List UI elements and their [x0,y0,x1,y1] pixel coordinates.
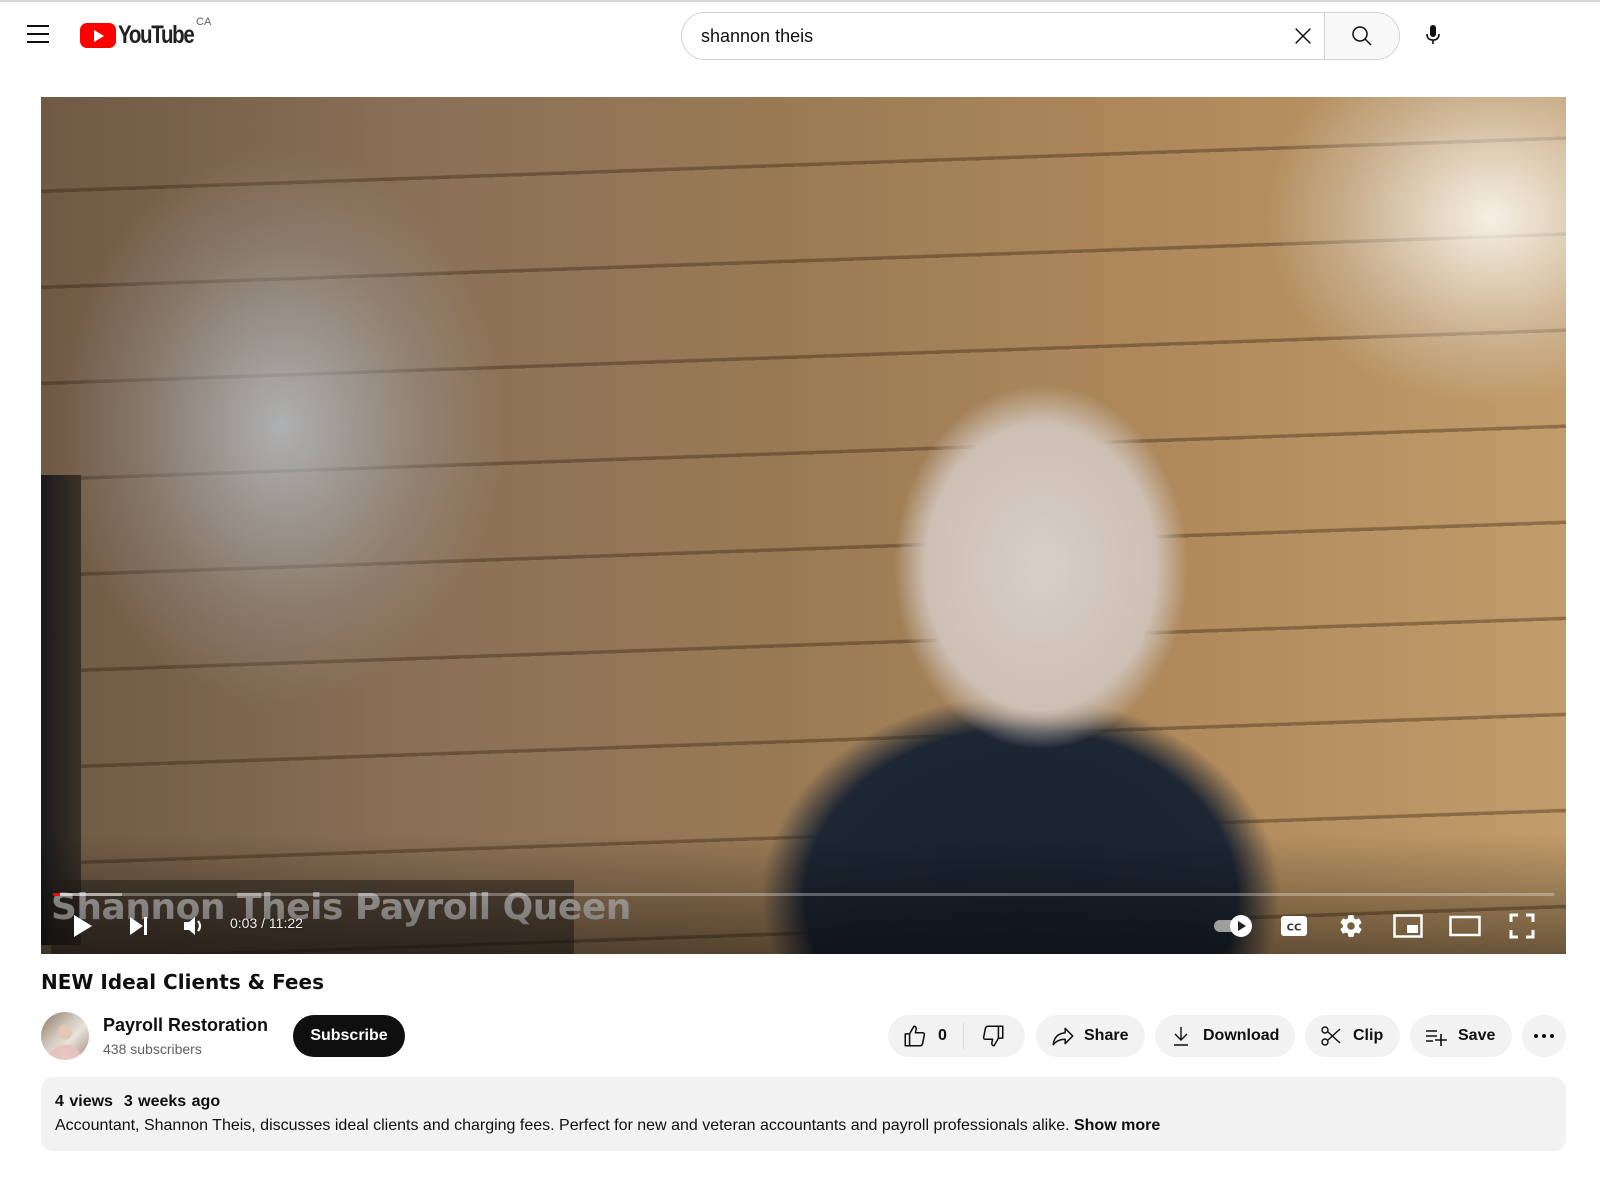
hamburger-menu-icon [27,25,49,27]
closed-captions-icon: CC [1281,916,1307,936]
progress-bar[interactable] [53,893,1554,896]
theater-mode-button[interactable] [1445,909,1485,943]
description-text: Accountant, Shannon Theis, discusses ide… [55,1117,1160,1135]
progress-buffered [53,893,123,896]
settings-button[interactable] [1333,909,1369,943]
share-icon [1052,1027,1074,1046]
clip-button[interactable]: Clip [1305,1015,1400,1057]
miniplayer-icon [1393,914,1423,938]
share-button[interactable]: Share [1036,1015,1145,1057]
svg-text:CC: CC [1287,923,1302,934]
youtube-play-logo-icon [80,22,116,48]
download-icon [1174,1027,1188,1046]
scissors-icon [1321,1026,1341,1046]
description-snippet: Accountant, Shannon Theis, discusses ide… [55,1117,1070,1134]
hamburger-line [27,33,49,35]
search-input[interactable] [682,13,1282,59]
play-button[interactable] [63,909,103,943]
more-horizontal-icon [1534,1034,1554,1038]
autoplay-toggle[interactable] [1211,911,1257,941]
description-box[interactable]: 4 views 3 weeks ago Accountant, Shannon … [41,1077,1566,1151]
thumbs-down-icon [982,1025,1004,1047]
youtube-logo[interactable]: YouTube [80,20,210,50]
view-count-and-date: 4 views 3 weeks ago [55,1093,221,1110]
more-actions-button[interactable] [1522,1015,1566,1057]
download-button[interactable]: Download [1155,1015,1295,1057]
save-label: Save [1458,1027,1496,1044]
logo-text: YouTube [118,20,195,49]
time-display: 0:03 / 11:22 [230,915,303,931]
progress-played [53,893,60,896]
save-button[interactable]: Save [1410,1015,1512,1057]
video-title: NEW Ideal Clients & Fees [41,970,324,994]
subscriber-count: 438 subscribers [103,1041,202,1057]
microphone-icon [1426,25,1440,44]
skip-next-icon [130,917,147,935]
clear-search-button[interactable] [1282,13,1324,59]
like-count: 0 [938,1027,947,1044]
next-button[interactable] [119,909,159,943]
like-dislike-group: 0 [888,1015,1025,1057]
search-icon [1352,26,1372,46]
share-label: Share [1084,1027,1129,1044]
masthead: YouTube CA [0,2,1600,68]
search-box [681,12,1400,60]
subscribe-button[interactable]: Subscribe [293,1015,405,1057]
miniplayer-button[interactable] [1389,909,1427,943]
fullscreen-icon [1509,913,1535,939]
theater-mode-icon [1449,915,1481,937]
show-more-link[interactable]: Show more [1074,1117,1160,1134]
hamburger-line [27,41,49,43]
video-frame[interactable] [41,97,1566,954]
close-icon [1295,28,1311,44]
like-button[interactable]: 0 [888,1023,964,1049]
voice-search-button[interactable] [1412,14,1454,56]
download-label: Download [1203,1027,1280,1044]
subtitles-button[interactable]: CC [1276,911,1312,941]
channel-name[interactable]: Payroll Restoration [103,1015,268,1036]
thumbs-up-icon [904,1025,926,1047]
region-code: CA [196,16,212,28]
gear-icon [1340,915,1362,937]
fullscreen-button[interactable] [1503,909,1541,943]
channel-avatar[interactable] [41,1012,89,1060]
search-button[interactable] [1324,13,1399,59]
playlist-add-icon [1426,1030,1447,1046]
autoplay-toggle-icon [1214,915,1252,937]
guide-menu-button[interactable] [18,14,58,54]
video-player[interactable]: Shannon Theis Payroll Queen 0:03 / 11:22 [41,97,1566,954]
play-icon [74,915,92,937]
dislike-button[interactable] [964,1015,1024,1057]
mute-button[interactable] [174,909,214,943]
volume-icon [184,917,202,935]
clip-label: Clip [1353,1027,1384,1044]
